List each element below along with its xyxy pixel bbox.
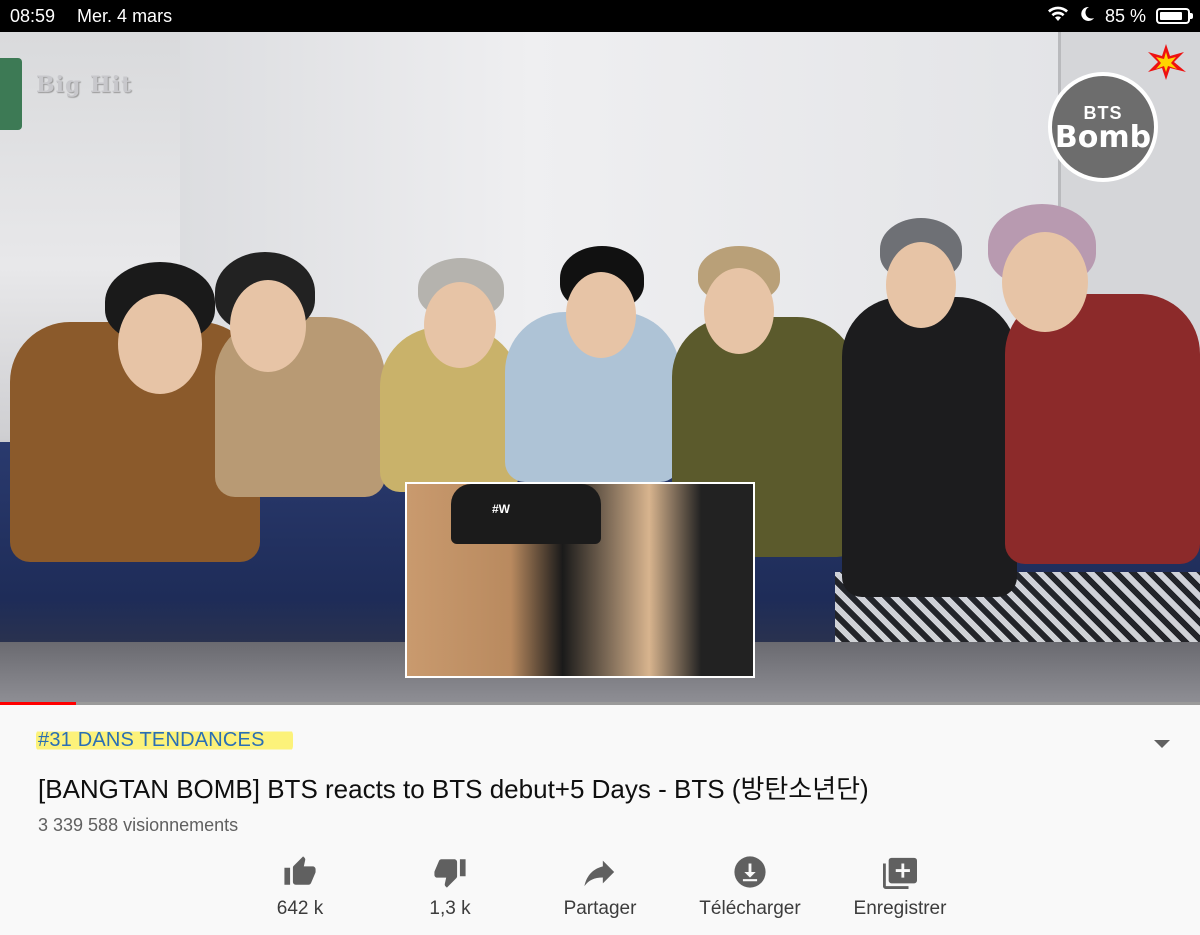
status-left: 08:59 Mer. 4 mars bbox=[10, 6, 172, 27]
status-time: 08:59 bbox=[10, 5, 56, 26]
action-bar: 642 k 1,3 k Partager Télécharger Enregis… bbox=[0, 852, 1200, 932]
bts-bomb-logo-main: Bomb bbox=[1054, 119, 1152, 155]
video-player[interactable]: Big Hit BTS Bomb #W bbox=[0, 32, 1200, 704]
video-inset-clip: #W bbox=[405, 482, 755, 678]
download-icon bbox=[730, 852, 770, 892]
video-title: [BANGTAN BOMB] BTS reacts to BTS debut+5… bbox=[38, 774, 869, 804]
video-progress-bar[interactable] bbox=[0, 702, 1200, 705]
moon-icon bbox=[1079, 6, 1095, 27]
spark-icon bbox=[1148, 44, 1186, 80]
download-button[interactable]: Télécharger bbox=[675, 852, 825, 920]
trending-badge[interactable]: #31 DANS TENDANCES bbox=[36, 729, 293, 752]
status-right: 85 % bbox=[1047, 5, 1193, 27]
view-count: 3 339 588 visionnements bbox=[38, 815, 239, 835]
share-icon bbox=[580, 852, 620, 892]
save-button[interactable]: Enregistrer bbox=[825, 852, 975, 920]
inset-cap-text: #W bbox=[492, 502, 510, 516]
thumb-down-icon bbox=[430, 852, 470, 892]
wifi-icon bbox=[1047, 6, 1069, 27]
like-count: 642 k bbox=[276, 898, 324, 919]
inset-cap bbox=[451, 484, 601, 544]
bts-bomb-logo: BTS Bomb bbox=[1048, 72, 1158, 182]
status-bar: 08:59 Mer. 4 mars 85 % bbox=[0, 0, 1200, 32]
share-label: Partager bbox=[563, 898, 637, 919]
chevron-down-icon[interactable] bbox=[1154, 740, 1170, 748]
battery-icon bbox=[1156, 8, 1193, 24]
thumb-up-icon bbox=[280, 852, 320, 892]
battery-percent: 85 % bbox=[1104, 5, 1146, 26]
badge-logo bbox=[0, 58, 22, 130]
playlist-add-icon bbox=[880, 852, 920, 892]
video-progress-fill bbox=[0, 702, 76, 705]
battery-fill bbox=[1160, 12, 1183, 20]
status-date: Mer. 4 mars bbox=[77, 5, 173, 26]
like-button[interactable]: 642 k bbox=[225, 852, 375, 920]
download-label: Télécharger bbox=[699, 898, 801, 919]
dislike-count: 1,3 k bbox=[429, 898, 471, 919]
bighit-logo: Big Hit bbox=[36, 72, 133, 98]
dislike-button[interactable]: 1,3 k bbox=[375, 852, 525, 920]
share-button[interactable]: Partager bbox=[525, 852, 675, 920]
save-label: Enregistrer bbox=[853, 898, 947, 919]
